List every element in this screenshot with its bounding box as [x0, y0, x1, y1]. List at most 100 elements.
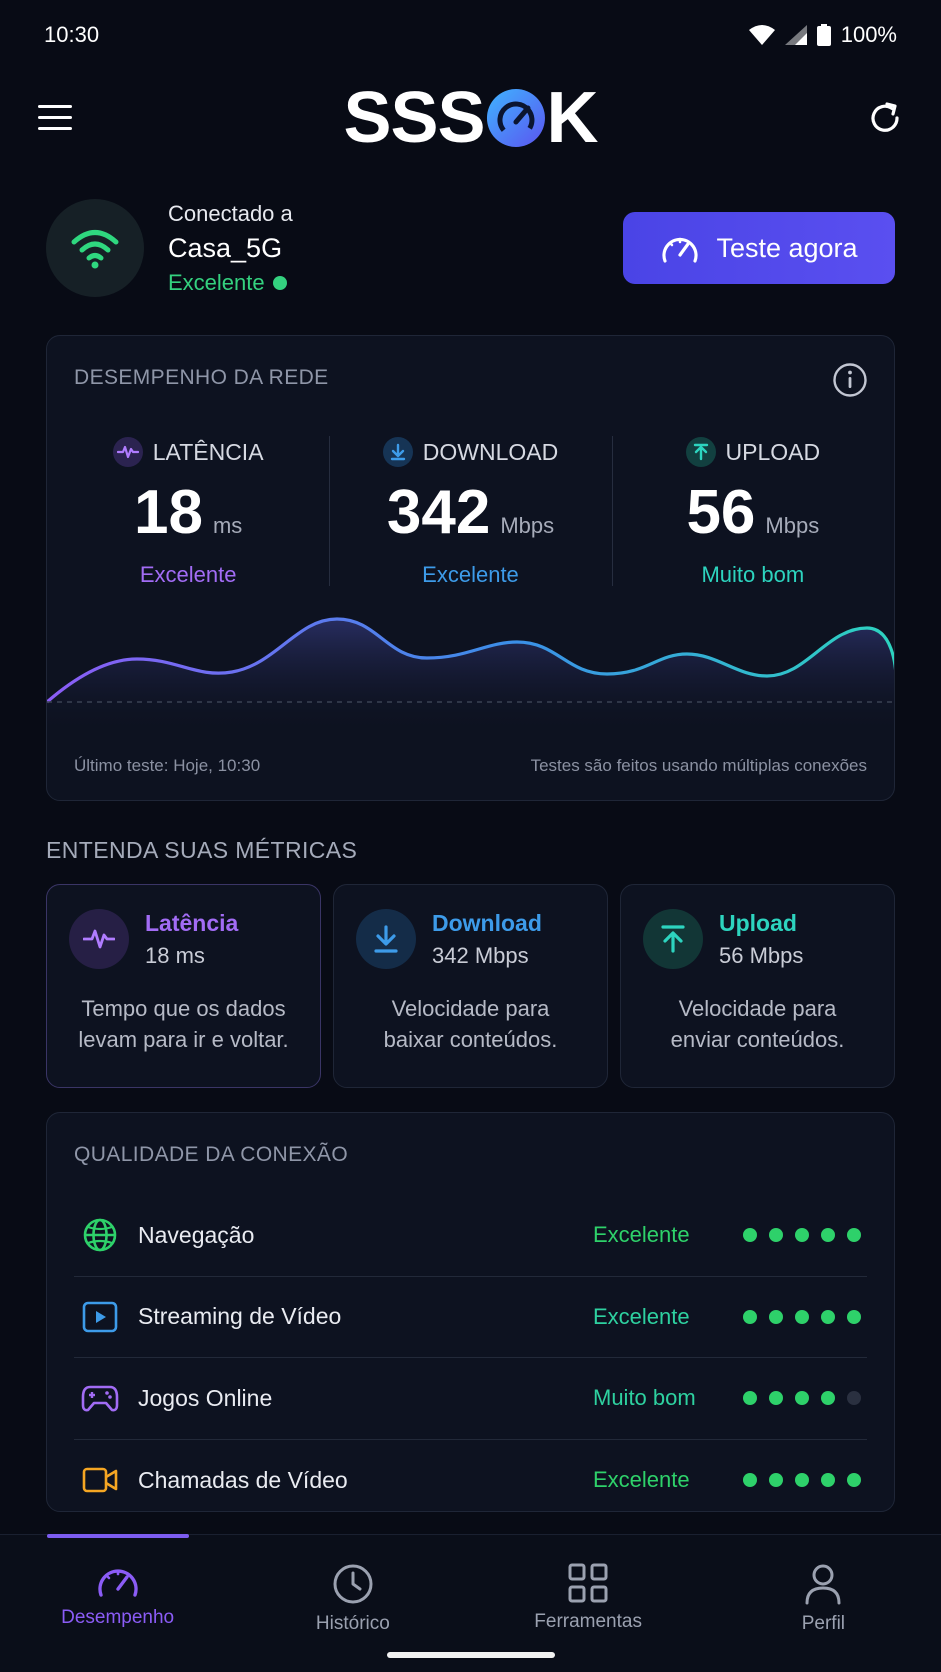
quality-list: Navegação Excelente Streaming de Vídeo E… [74, 1195, 867, 1521]
info-button[interactable] [832, 362, 868, 398]
quality-name: Jogos Online [138, 1384, 273, 1411]
status-dot [272, 275, 287, 290]
upload-label: UPLOAD [725, 438, 821, 465]
metrics-section-title: ENTENDA SUAS MÉTRICAS [46, 837, 358, 863]
quality-rating: Muito bom [593, 1385, 696, 1411]
latency-desc-line1: Tempo que os dados [81, 996, 286, 1021]
grid-icon [568, 1563, 608, 1603]
latency-unit: ms [212, 513, 243, 538]
download-info-card[interactable]: Download 342 Mbps Velocidade para baixar… [333, 884, 608, 1088]
download-value: 342 [386, 478, 491, 547]
battery-icon [816, 24, 831, 46]
quality-name: Navegação [138, 1221, 255, 1248]
latency-value-group: 18 ms [134, 482, 242, 544]
upload-rating: Muito bom [701, 562, 805, 587]
connection-status-text: Excelente [168, 269, 265, 295]
quality-score-dots [743, 1391, 861, 1406]
test-now-button[interactable]: Teste agora [623, 212, 895, 284]
latency-info-value: 18 ms [145, 942, 205, 968]
speedometer-icon [662, 237, 699, 263]
performance-footer: Último teste: Hoje, 10:30 Testes são fei… [74, 756, 867, 776]
download-info-value: 342 Mbps [432, 942, 529, 968]
upload-icon [685, 437, 716, 467]
latency-header: LATÊNCIA [112, 436, 264, 468]
refresh-button[interactable] [865, 98, 905, 138]
logo-text-left: SSS [343, 78, 485, 158]
upload-desc-line1: Velocidade para [678, 996, 837, 1021]
quality-row-video-calls[interactable]: Chamadas de Vídeo Excelente [74, 1440, 867, 1522]
upload-info-text: Upload 56 Mbps [719, 910, 803, 969]
latency-info-top: Latência 18 ms [69, 909, 298, 969]
info-icon [833, 363, 867, 397]
performance-wave-graph [47, 617, 894, 736]
quality-row-streaming[interactable]: Streaming de Vídeo Excelente [74, 1277, 867, 1358]
home-indicator[interactable] [386, 1652, 555, 1658]
user-icon [805, 1564, 841, 1605]
network-name: Casa_5G [168, 232, 283, 263]
upload-info-desc: Velocidade para enviar conteúdos. [643, 993, 872, 1055]
upload-metric: UPLOAD 56 Mbps Muito bom [611, 436, 894, 596]
download-desc-line1: Velocidade para [391, 996, 550, 1021]
download-metric: DOWNLOAD 342 Mbps Excelente [329, 436, 611, 596]
nav-performance[interactable]: Desempenho [0, 1534, 235, 1672]
connection-label: Conectado a [168, 200, 293, 226]
logo-text-right: K [546, 78, 599, 158]
speedometer-icon [97, 1569, 138, 1597]
quality-row-browsing[interactable]: Navegação Excelente [74, 1195, 867, 1277]
upload-info-name: Upload [719, 909, 797, 936]
last-test-time: Último teste: Hoje, 10:30 [74, 756, 261, 775]
quality-row-gaming[interactable]: Jogos Online Muito bom [74, 1358, 867, 1440]
download-icon [382, 437, 413, 467]
pulse-icon [69, 909, 129, 969]
play-icon [80, 1297, 120, 1337]
status-time: 10:30 [44, 22, 100, 47]
status-bar: 10:30 100% [0, 0, 941, 70]
quality-rating: Excelente [593, 1467, 690, 1493]
upload-info-card[interactable]: Upload 56 Mbps Velocidade para enviar co… [620, 884, 895, 1088]
metrics-info-cards: Latência 18 ms Tempo que os dados levam … [46, 884, 895, 1088]
bottom-navigation: Desempenho Histórico Ferramentas Perfil [0, 1534, 941, 1672]
cell-signal-icon [784, 25, 807, 45]
app-header: SSS K [0, 78, 941, 158]
upload-info-top: Upload 56 Mbps [643, 909, 872, 969]
nav-label: Ferramentas [534, 1611, 642, 1632]
download-desc-line2: baixar conteúdos. [383, 1027, 558, 1053]
latency-info-card[interactable]: Latência 18 ms Tempo que os dados levam … [46, 884, 321, 1088]
download-info-text: Download 342 Mbps [432, 910, 542, 969]
quality-name: Chamadas de Vídeo [138, 1466, 348, 1493]
globe-icon [80, 1215, 120, 1255]
upload-value: 56 [686, 478, 756, 547]
test-now-label: Teste agora [716, 232, 858, 263]
wifi-signal-icon [748, 25, 775, 45]
upload-info-value: 56 Mbps [719, 942, 804, 968]
upload-unit: Mbps [765, 513, 820, 538]
download-icon [356, 909, 416, 969]
nav-profile[interactable]: Perfil [706, 1535, 941, 1672]
test-note: Testes são feitos usando múltiplas conex… [530, 756, 867, 775]
refresh-icon [871, 102, 899, 132]
quality-score-dots [743, 1228, 861, 1243]
latency-label: LATÊNCIA [152, 438, 264, 465]
latency-metric: LATÊNCIA 18 ms Excelente [47, 436, 329, 596]
pulse-icon [112, 437, 143, 467]
upload-desc-line2: enviar conteúdos. [670, 1027, 845, 1053]
upload-value-group: 56 Mbps [686, 482, 819, 544]
menu-button[interactable] [36, 98, 76, 138]
nav-label: Desempenho [61, 1607, 175, 1628]
download-unit: Mbps [500, 513, 555, 538]
quality-rating: Excelente [593, 1222, 690, 1248]
gamepad-icon [80, 1378, 120, 1418]
latency-rating: Excelente [139, 562, 237, 587]
connection-section: Conectado a Casa_5G Excelente Teste agor… [46, 196, 895, 300]
latency-desc-line2: levam para ir e voltar. [78, 1027, 289, 1053]
hamburger-menu-icon [38, 105, 72, 130]
connection-quality-card: QUALIDADE DA CONEXÃO Navegação Excelente… [46, 1112, 895, 1512]
download-rating: Excelente [422, 562, 519, 587]
logo-gauge-icon [486, 89, 545, 147]
download-info-top: Download 342 Mbps [356, 909, 585, 969]
latency-info-text: Latência 18 ms [145, 910, 238, 969]
connection-info: Conectado a Casa_5G Excelente [168, 201, 293, 296]
quality-name: Streaming de Vídeo [138, 1303, 342, 1330]
performance-title: DESEMPENHO DA REDE [74, 366, 329, 389]
upload-icon [643, 909, 703, 969]
